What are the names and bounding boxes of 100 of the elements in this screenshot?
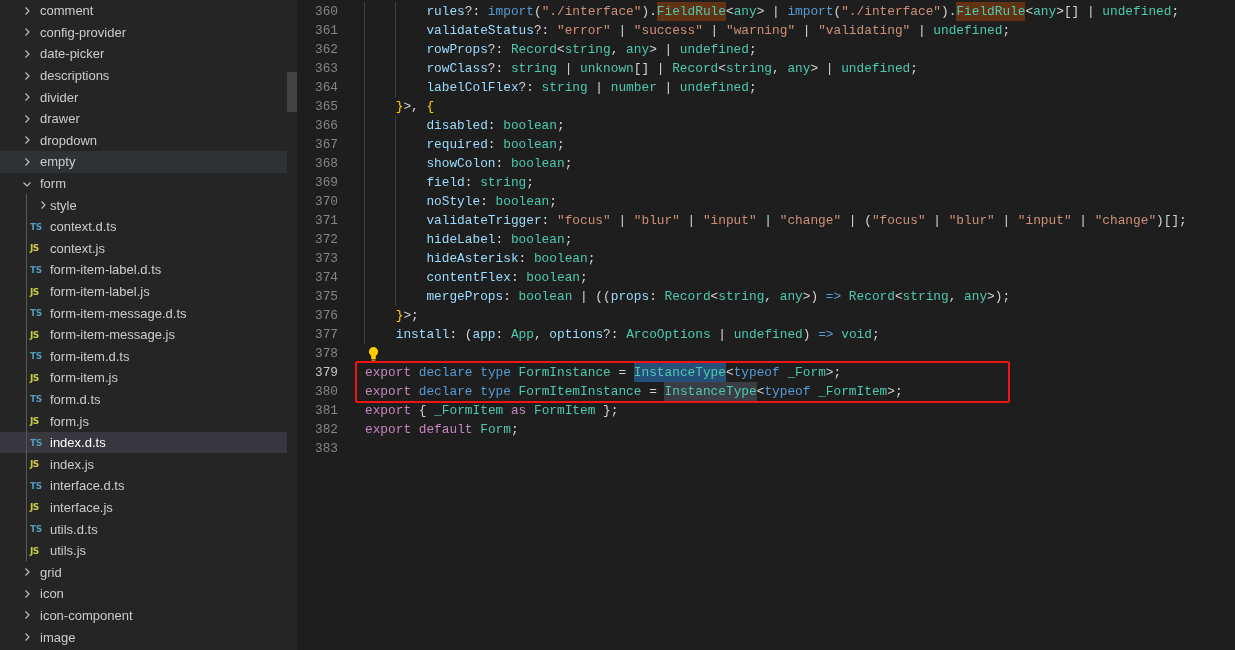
code-line: }>; [395,308,419,323]
line-number: 376 [313,307,338,325]
code-line: labelColFlex?: string | number | undefined; [426,80,757,95]
line-number: 372 [313,231,338,249]
ts-file-icon: TS [30,351,42,362]
tree-item[interactable]: JS context.js [0,237,287,260]
tree-item[interactable]: dropdown [0,129,287,152]
tree-item[interactable]: TS utils.d.ts [0,518,287,540]
code-line: hideAsterisk: boolean; [426,251,596,266]
js-file-icon: JS [30,372,39,383]
ts-file-icon: TS [30,524,42,535]
line-number: 365 [313,98,338,116]
code-line: rowClass?: string | unknown[] | Record<string, any> | undefined; [426,61,918,76]
code-line: export declare type FormInstance = InstanceType<typeof _Form>; [365,365,842,380]
chevron-icon [22,156,32,167]
line-number: 367 [313,136,338,154]
tree-item[interactable]: image [0,626,287,648]
line-number: 377 [313,326,338,344]
scrollbar-thumb[interactable] [287,72,297,112]
code-line: disabled: boolean; [426,118,565,133]
line-number: 362 [313,41,338,59]
js-file-icon: JS [30,502,39,513]
tree-item[interactable]: config-provider [0,21,287,44]
code-line: export default Form; [365,422,519,437]
tree-item[interactable]: TS form.d.ts [0,388,287,411]
chevron-icon [22,49,32,59]
ts-file-icon: TS [30,308,42,319]
tree-item[interactable]: grid [0,561,287,584]
line-number: 363 [313,60,338,78]
tree-item[interactable]: TS context.d.ts [0,215,287,238]
js-file-icon: JS [30,329,39,340]
code-line: mergeProps: boolean | ((props: Record<string, any>) => Record<string, any>); [426,289,1011,304]
line-number: 380 [313,383,338,401]
line-number: 361 [313,22,338,40]
ts-file-icon: TS [30,437,42,448]
code-line: validateStatus?: "error" | "success" | "warning" | "validating" | undefined; [426,23,1011,38]
chevron-icon [38,200,48,211]
js-file-icon: JS [30,545,39,556]
code-line: hideLabel: boolean; [426,232,573,247]
line-number: 360 [313,3,338,21]
tree-item[interactable]: divider [0,86,287,108]
tree-item[interactable]: JS form-item-message.js [0,323,287,346]
ts-file-icon: TS [30,394,42,405]
tree-item[interactable]: form [0,172,287,195]
ts-file-icon: TS [30,221,42,232]
line-number: 371 [313,212,338,230]
tree-item[interactable]: TS form-item.d.ts [0,345,287,368]
ts-file-icon: TS [30,480,42,491]
js-file-icon: JS [30,416,39,427]
tree-item[interactable]: TS interface.d.ts [0,475,287,497]
chevron-icon [22,113,32,124]
tree-item[interactable]: TS index.d.ts [0,431,287,454]
tree-item[interactable]: date-picker [0,43,287,65]
code-line: }>, { [395,99,435,114]
code-line: noStyle: boolean; [426,194,557,209]
tree-item[interactable]: descriptions [0,64,287,87]
line-number: 364 [313,79,338,97]
tree-item[interactable]: style [0,194,287,216]
tree-item[interactable]: JS form-item-label.js [0,280,287,303]
code-line: install: (app: App, options?: ArcoOptions | undefined) => void; [395,327,880,342]
line-number: 378 [313,345,338,363]
chevron-icon [22,5,32,16]
tree-item[interactable]: JS utils.js [0,539,287,562]
tree-item[interactable]: JS form-item.js [0,367,287,389]
line-number: 383 [313,440,338,458]
line-number: 366 [313,117,338,135]
tree-item[interactable]: icon-component [0,604,287,627]
line-number: 381 [313,402,338,420]
code-line: field: string; [426,175,534,190]
code-line: validateTrigger: "focus" | "blur" | "input" | "change" | ("focus" | "blur" | "input" | "change")[]; [426,213,1187,228]
code-line: export declare type FormItemInstance = InstanceType<typeof _FormItem>; [365,384,903,399]
tree-item[interactable]: JS index.js [0,453,287,476]
chevron-icon [22,632,32,642]
code-line: showColon: boolean; [426,156,573,171]
chevron-icon [22,70,32,81]
line-number: 373 [313,250,338,268]
chevron-icon [22,610,32,621]
line-number: 382 [313,421,338,439]
ts-file-icon: TS [30,264,42,275]
chevron-icon [22,567,32,578]
js-file-icon: JS [30,459,39,470]
line-number: 369 [313,174,338,192]
lightbulb-icon[interactable] [368,346,379,361]
code-line: contentFlex: boolean; [426,270,588,285]
chevron-icon [22,588,32,599]
tree-item[interactable]: TS form-item-message.d.ts [0,302,287,324]
js-file-icon: JS [30,243,39,254]
tree-item[interactable]: TS form-item-label.d.ts [0,259,287,281]
chevron-icon [22,27,32,38]
code-line: rowProps?: Record<string, any> | undefined; [426,42,757,57]
line-number: 370 [313,193,338,211]
tree-item[interactable]: JS interface.js [0,496,287,519]
js-file-icon: JS [30,286,39,297]
tree-item[interactable]: JS form.js [0,410,287,432]
tree-item[interactable]: drawer [0,107,287,130]
tree-item[interactable]: empty [0,151,287,173]
code-line: required: boolean; [426,137,565,152]
tree-item[interactable]: icon [0,583,287,605]
tree-item[interactable]: comment [0,0,287,22]
chevron-icon [22,135,32,146]
